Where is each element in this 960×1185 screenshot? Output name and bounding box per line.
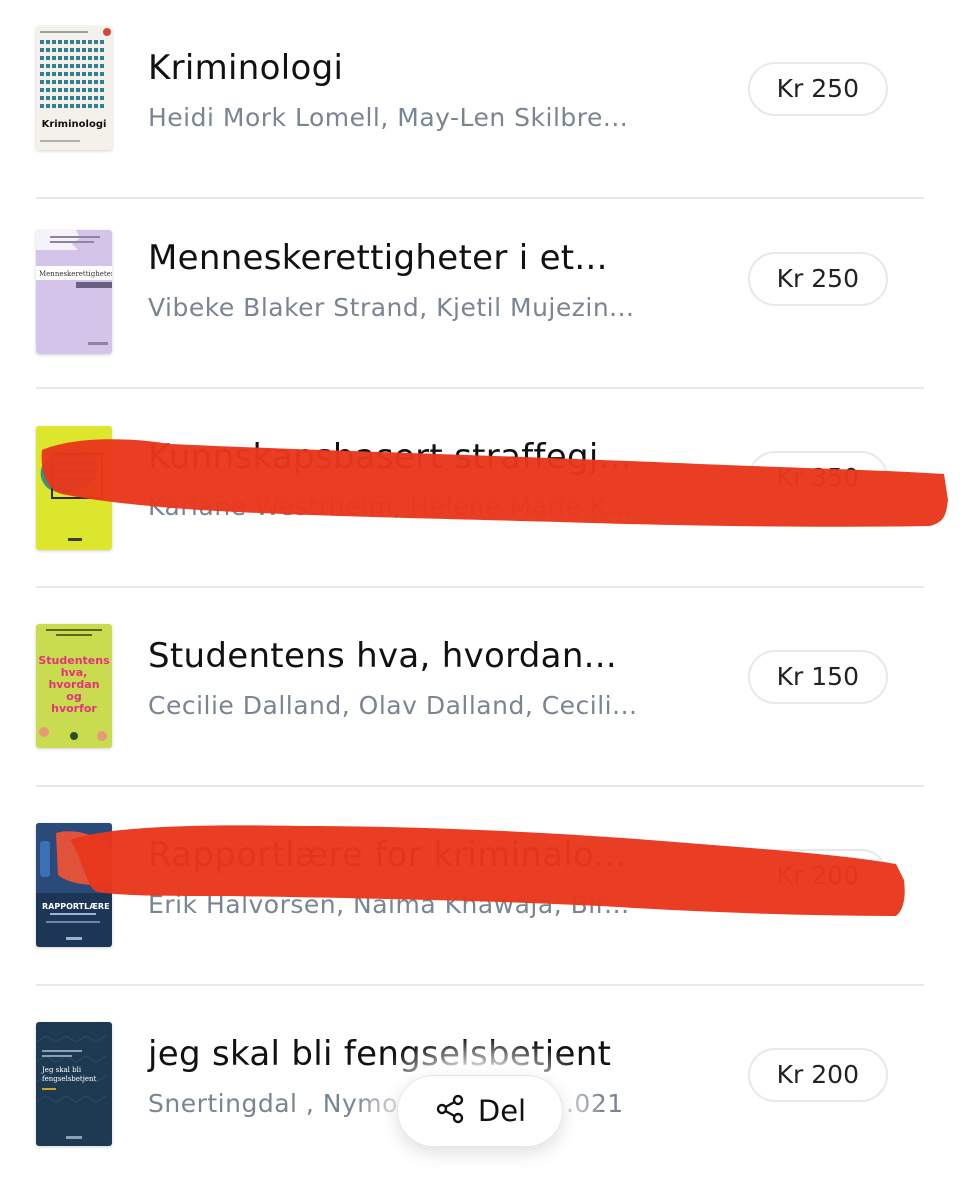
- book-title: Menneskerettigheter i et...: [148, 238, 608, 278]
- price-button[interactable]: Kr 200: [747, 1048, 888, 1102]
- cover-line: fengselsbetjent: [42, 1075, 97, 1083]
- book-title: Kunnskapsbasert straffegj...: [148, 437, 632, 477]
- price-button[interactable]: Kr 250: [747, 252, 888, 306]
- cover-title: Kriminologi: [42, 119, 107, 130]
- book-cover: [36, 426, 112, 550]
- book-title: Rapportlære for kriminalo...: [148, 835, 627, 875]
- price-button[interactable]: Kr 250: [747, 62, 888, 116]
- book-title: jeg skal bli fengselsbetjent: [148, 1034, 612, 1074]
- cover-title: Menneskerettigheter: [39, 270, 112, 278]
- book-cover: Jeg skal bli fengselsbetjent: [36, 1022, 112, 1146]
- cover-title: RAPPORTLÆRE: [42, 902, 110, 911]
- list-item[interactable]: Kunnskapsbasert straffegj... Kariane Wes…: [36, 389, 924, 588]
- book-cover: Studentens hva, hvordan og hvorfor: [36, 624, 112, 748]
- book-authors: Kariane Westrheim, Helene Marie K...: [148, 492, 633, 521]
- book-authors: Heidi Mork Lomell, May-Len Skilbre...: [148, 103, 629, 132]
- list-item[interactable]: RAPPORTLÆRE Rapportlære for kriminalo...…: [36, 787, 924, 986]
- share-button[interactable]: Del: [397, 1075, 563, 1147]
- price-button[interactable]: Kr 150: [747, 650, 888, 704]
- book-authors-head: Snertingdal , Nymo: [148, 1089, 398, 1118]
- price-button[interactable]: Kr 350: [747, 451, 888, 505]
- book-cover: Menneskerettigheter: [36, 230, 112, 354]
- list-item[interactable]: Menneskerettigheter Menneskerettigheter …: [36, 190, 924, 389]
- book-authors-tail: .021: [565, 1089, 624, 1118]
- book-cover: Kriminologi: [36, 26, 112, 150]
- book-title: Kriminologi: [148, 48, 344, 88]
- list-item[interactable]: Kriminologi Kriminologi Heidi Mork Lomel…: [36, 0, 924, 199]
- book-authors: Vibeke Blaker Strand, Kjetil Mujezin...: [148, 293, 635, 322]
- share-icon: [434, 1093, 466, 1129]
- book-authors: Cecilie Dalland, Olav Dalland, Cecili...: [148, 691, 638, 720]
- cover-line: Jeg skal bli: [41, 1066, 82, 1074]
- share-label: Del: [477, 1094, 527, 1128]
- cover-line: hvorfor: [51, 702, 97, 715]
- list-item[interactable]: Studentens hva, hvordan og hvorfor Stude…: [36, 588, 924, 787]
- book-authors: Erik Halvorsen, Naima Khawaja, Bir...: [148, 890, 630, 919]
- price-button[interactable]: Kr 200: [747, 849, 888, 903]
- book-cover: RAPPORTLÆRE: [36, 823, 112, 947]
- book-title: Studentens hva, hvordan...: [148, 636, 617, 676]
